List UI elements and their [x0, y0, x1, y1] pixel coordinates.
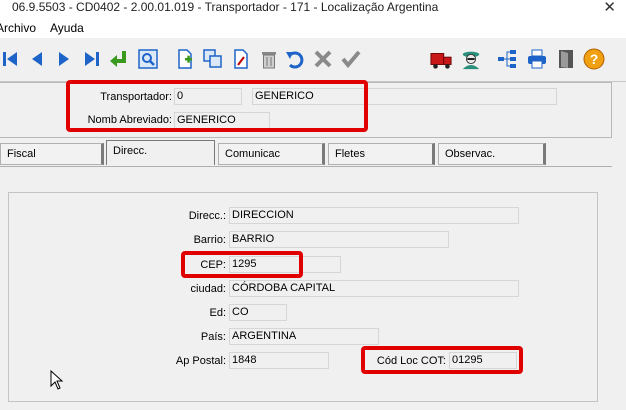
last-record-icon[interactable]	[80, 48, 102, 70]
goto-icon[interactable]	[108, 48, 130, 70]
menu-archivo[interactable]: Archivo	[0, 21, 36, 35]
pais-field[interactable]: ARGENTINA	[229, 328, 379, 345]
title-bar: 06.9.5503 - CD0402 - 2.00.01.019 - Trans…	[0, 0, 626, 18]
confirm-icon[interactable]	[340, 48, 362, 70]
window-title: 06.9.5503 - CD0402 - 2.00.01.019 - Trans…	[12, 0, 439, 14]
close-icon[interactable]: ✕	[603, 0, 616, 16]
ciudad-field[interactable]: CÓRDOBA CAPITAL	[229, 280, 519, 297]
mouse-cursor-icon	[50, 369, 64, 393]
printer-icon[interactable]	[526, 48, 548, 70]
new-document-icon[interactable]	[174, 48, 196, 70]
copy-icon[interactable]	[202, 48, 224, 70]
menu-bar: Archivo Ayuda	[0, 18, 626, 38]
ap-postal-field[interactable]: 1848	[229, 352, 329, 369]
user-spy-icon[interactable]	[460, 48, 482, 70]
svg-text:?: ?	[590, 51, 599, 67]
highlight-cep-box	[181, 251, 303, 278]
next-record-icon[interactable]	[53, 48, 75, 70]
tab-direcc[interactable]: Direcc.	[106, 140, 215, 165]
truck-icon[interactable]	[430, 48, 452, 70]
help-icon[interactable]: ?	[583, 48, 605, 70]
ap-postal-label: Ap Postal:	[175, 355, 226, 367]
barrio-label: Barrio:	[193, 234, 226, 246]
ed-label: Ed:	[209, 307, 226, 319]
first-record-icon[interactable]	[0, 48, 22, 70]
menu-ayuda[interactable]: Ayuda	[50, 21, 84, 35]
tab-comunicac[interactable]: Comunicac	[218, 143, 325, 165]
tree-icon[interactable]	[496, 48, 518, 70]
barrio-field[interactable]: BARRIO	[229, 231, 449, 248]
edit-document-icon[interactable]	[230, 48, 252, 70]
tab-observac[interactable]: Observac.	[438, 143, 546, 165]
ciudad-label: ciudad:	[190, 283, 226, 295]
ed-field[interactable]: CO	[229, 304, 287, 321]
search-zoom-icon[interactable]	[137, 48, 159, 70]
exit-door-icon[interactable]	[555, 48, 577, 70]
tab-fiscal[interactable]: Fiscal	[0, 143, 104, 165]
cancel-icon[interactable]	[312, 48, 334, 70]
trash-icon[interactable]	[258, 48, 280, 70]
toolbar: ?	[0, 38, 626, 82]
highlight-header-box	[66, 80, 368, 132]
tab-fletes[interactable]: Fletes	[328, 143, 435, 165]
tab-bar: Fiscal Direcc. Comunicac Fletes Observac…	[0, 140, 626, 167]
previous-record-icon[interactable]	[26, 48, 48, 70]
pais-label: País:	[200, 331, 226, 343]
highlight-cod-loc-cot-box	[361, 346, 523, 374]
undo-icon[interactable]	[284, 48, 306, 70]
direcc-label: Direcc.:	[188, 210, 226, 222]
direcc-field[interactable]: DIRECCION	[229, 207, 519, 224]
